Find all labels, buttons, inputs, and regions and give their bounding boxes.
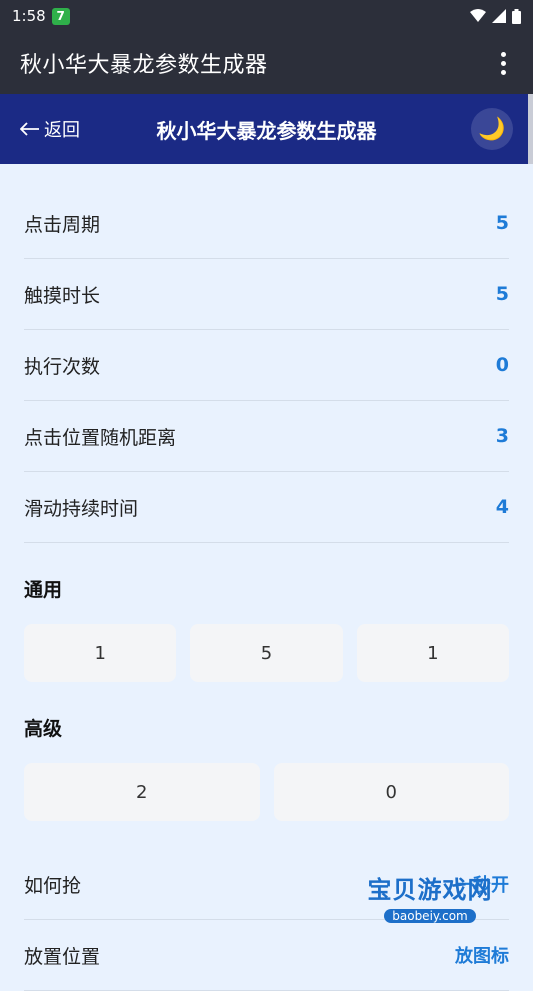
more-options-icon[interactable]	[493, 48, 513, 78]
param-row[interactable]: 点击位置随机距离 3	[24, 401, 509, 472]
moon-icon: 🌙	[478, 116, 506, 142]
param-list: 点击周期 5 触摸时长 5 执行次数 0 点击位置随机距离 3 滑动持续时间 4	[24, 188, 509, 543]
status-icons	[470, 8, 521, 24]
status-bar: 1:58 7	[0, 0, 533, 32]
back-label: 返回	[44, 120, 80, 141]
advanced-option-button[interactable]: 0	[273, 763, 509, 821]
param-label: 执行次数	[24, 355, 101, 378]
param-row[interactable]: 执行次数 0	[24, 330, 509, 401]
advanced-buttons: 20	[24, 763, 509, 821]
general-option-button[interactable]: 1	[356, 624, 509, 682]
main-content: 点击周期 5 触摸时长 5 执行次数 0 点击位置随机距离 3 滑动持续时间 4 通用 …	[24, 188, 509, 991]
param-row[interactable]: 滑动持续时间 4	[24, 472, 509, 543]
extra-label: 放置位置	[24, 945, 101, 968]
wifi-icon	[470, 9, 486, 22]
section-title-general: 通用	[24, 579, 63, 601]
signal-icon	[492, 9, 506, 23]
battery-icon	[512, 8, 521, 24]
param-value: 5	[495, 212, 509, 234]
extra-label: 如何抢	[24, 874, 82, 897]
param-label: 滑动持续时间	[24, 497, 139, 520]
param-value: 4	[495, 496, 509, 518]
theme-toggle-button[interactable]: 🌙	[471, 108, 513, 150]
extra-value: 一秒开	[455, 875, 509, 896]
param-label: 触摸时长	[24, 284, 101, 307]
param-label: 点击位置随机距离	[24, 426, 177, 449]
extra-row[interactable]: 放置位置 放图标	[24, 920, 509, 991]
back-button[interactable]: 返回	[20, 116, 80, 142]
arrow-left-icon	[20, 122, 39, 136]
extra-list: 如何抢 一秒开 放置位置 放图标	[24, 849, 509, 991]
notification-badge: 7	[51, 7, 70, 25]
app-bar: 秋小华大暴龙参数生成器	[0, 32, 533, 94]
general-buttons: 151	[24, 624, 509, 682]
param-row[interactable]: 点击周期 5	[24, 188, 509, 259]
app-title: 秋小华大暴龙参数生成器	[20, 53, 268, 78]
general-option-button[interactable]: 5	[190, 624, 343, 682]
extra-value: 放图标	[455, 946, 509, 967]
param-label: 点击周期	[24, 213, 101, 236]
section-title-advanced: 高级	[24, 718, 63, 740]
status-time: 1:58	[12, 7, 46, 25]
page-header: 返回 秋小华大暴龙参数生成器 🌙	[0, 94, 533, 164]
general-option-button[interactable]: 1	[24, 624, 177, 682]
param-value: 5	[495, 283, 509, 305]
scrollbar[interactable]	[528, 94, 533, 164]
param-row[interactable]: 触摸时长 5	[24, 259, 509, 330]
advanced-option-button[interactable]: 2	[24, 763, 260, 821]
param-value: 3	[495, 425, 509, 447]
param-value: 0	[495, 354, 509, 376]
extra-row[interactable]: 如何抢 一秒开	[24, 849, 509, 920]
